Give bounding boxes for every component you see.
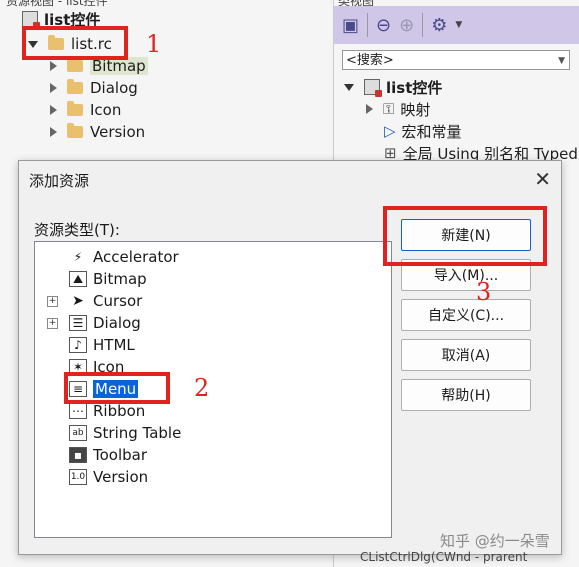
toolbar-icon: ▪ <box>69 447 87 463</box>
class-view-search-input[interactable]: <搜索> ▼ <box>342 50 570 70</box>
custom-button[interactable]: 自定义(C)... <box>401 299 531 331</box>
bitmap-icon: ⛰ <box>69 271 87 287</box>
new-folder-icon[interactable]: ▣ <box>342 15 359 36</box>
tree-item-icon[interactable]: Icon <box>50 99 121 121</box>
toolbar-separator <box>367 13 369 37</box>
annotation-box-3 <box>383 206 547 266</box>
class-tree-item-label: 宏和常量 <box>401 122 462 141</box>
class-tree-root-label: list控件 <box>386 78 443 97</box>
html-icon: ♪ <box>69 337 87 353</box>
list-item-label: HTML <box>93 336 135 354</box>
list-item-accelerator[interactable]: ⚡ Accelerator <box>69 246 179 268</box>
list-item-label: Bitmap <box>93 270 147 288</box>
close-icon[interactable]: ✕ <box>534 167 551 191</box>
class-tree-item-maps[interactable]: ⚿ 映射 <box>366 98 430 120</box>
tree-item-dialog[interactable]: Dialog <box>50 77 138 99</box>
tree-item-version[interactable]: Version <box>50 121 145 143</box>
list-item-string-table[interactable]: ab String Table <box>69 422 181 444</box>
chevron-down-icon[interactable]: ▼ <box>455 20 462 30</box>
annotation-number-3: 3 <box>476 278 492 306</box>
cursor-icon: ➤ <box>69 293 87 309</box>
annotation-number-1: 1 <box>146 30 162 58</box>
ribbon-icon: ⋯ <box>69 403 87 419</box>
list-item-version[interactable]: 1.0 Version <box>69 466 148 488</box>
string-table-icon: ab <box>69 425 87 441</box>
expand-plus-icon[interactable]: + <box>47 318 58 329</box>
tree-item-label: Dialog <box>90 79 138 97</box>
gear-icon[interactable]: ⚙ <box>431 15 447 36</box>
class-view-toolbar: ▣ ⊖ ⊕ ⚙ ▼ <box>334 6 579 44</box>
dialog-icon: ☰ <box>69 315 87 331</box>
folder-icon <box>67 57 83 72</box>
search-placeholder: <搜索> <box>346 53 394 68</box>
list-item-toolbar[interactable]: ▪ Toolbar <box>69 444 147 466</box>
key-icon: ⚿ <box>383 100 395 118</box>
version-icon: 1.0 <box>69 469 87 485</box>
list-item-html[interactable]: ♪ HTML <box>69 334 135 356</box>
resource-view-title: 资源视图 - list控件 <box>6 0 108 8</box>
collapse-arrow-icon[interactable] <box>50 105 57 115</box>
tree-item-label: Icon <box>90 101 122 119</box>
cancel-button[interactable]: 取消(A) <box>401 339 531 371</box>
list-item-label: Version <box>93 468 149 486</box>
folder-icon <box>67 79 83 94</box>
list-item-label: Accelerator <box>93 248 179 266</box>
annotation-number-2: 2 <box>194 374 210 402</box>
expand-plus-icon[interactable]: + <box>47 296 58 307</box>
class-tree-item-macros[interactable]: ▷ 宏和常量 <box>384 120 462 142</box>
resource-type-label: 资源类型(T): <box>34 221 120 239</box>
annotation-box-2 <box>64 372 170 404</box>
class-tree-root[interactable]: list控件 <box>344 76 442 98</box>
collapse-arrow-icon[interactable] <box>50 127 57 137</box>
list-item-bitmap[interactable]: ⛰ Bitmap <box>69 268 147 290</box>
annotation-box-1 <box>22 26 128 60</box>
resource-view-header: 资源视图 - list控件 <box>0 0 330 8</box>
collapse-arrow-icon[interactable] <box>50 61 57 71</box>
list-item-label: Ribbon <box>93 402 146 420</box>
class-tree-bottom-item: CListCtrlDlg(CWnd - prarent <box>360 550 528 564</box>
project-icon <box>22 11 40 29</box>
expand-arrow-icon[interactable] <box>344 83 354 91</box>
folder-icon <box>67 101 83 116</box>
list-item-cursor[interactable]: ➤ Cursor <box>69 290 142 312</box>
list-item-label: Dialog <box>93 314 141 332</box>
chevron-down-icon[interactable]: ▼ <box>558 51 565 71</box>
watermark: 知乎 @约一朵雪 <box>440 532 550 550</box>
macro-icon: ▷ <box>384 122 396 140</box>
toolbar-separator <box>422 13 424 37</box>
accelerator-icon: ⚡ <box>69 249 87 265</box>
forward-arrow-icon[interactable]: ⊕ <box>399 15 414 36</box>
tree-item-label: Version <box>90 123 146 141</box>
list-item-label: Toolbar <box>93 446 148 464</box>
dialog-title: 添加资源 <box>29 172 90 190</box>
list-item-dialog[interactable]: ☰ Dialog <box>69 312 141 334</box>
class-tree-item-label: 映射 <box>400 100 431 119</box>
project-icon <box>364 79 382 97</box>
collapse-arrow-icon[interactable] <box>366 104 373 114</box>
back-arrow-icon[interactable]: ⊖ <box>376 15 391 36</box>
list-item-label: String Table <box>93 424 182 442</box>
folder-icon <box>67 123 83 138</box>
collapse-arrow-icon[interactable] <box>50 83 57 93</box>
help-button[interactable]: 帮助(H) <box>401 379 531 411</box>
list-item-label: Cursor <box>93 292 143 310</box>
